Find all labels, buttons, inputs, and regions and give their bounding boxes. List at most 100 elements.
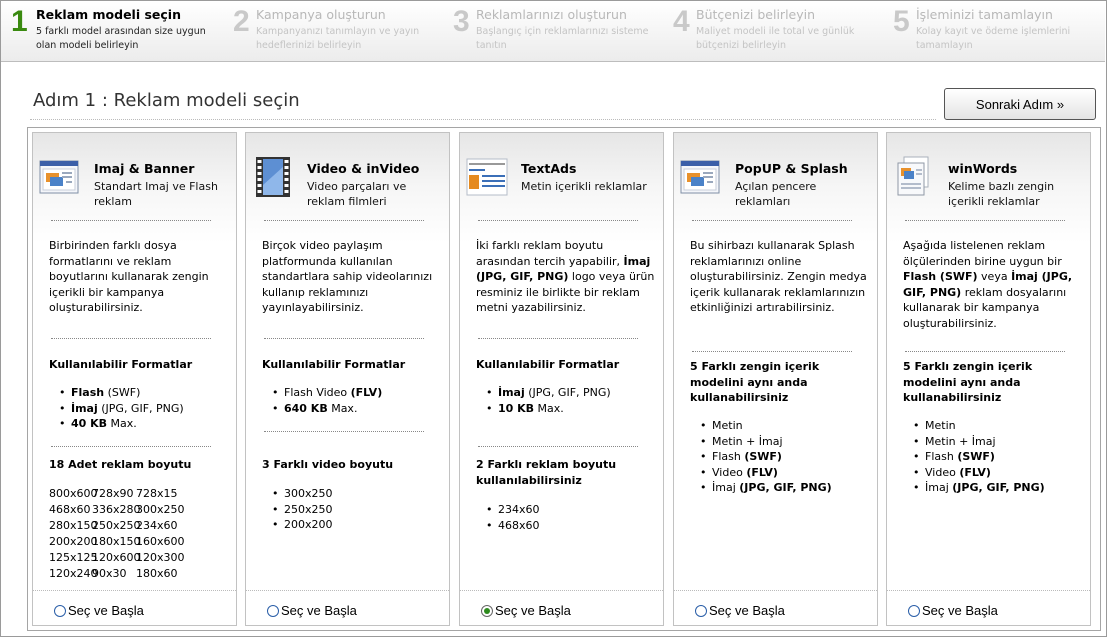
list-item: 468x60 [486,518,540,534]
card-subtitle: Video parçaları ve reklam filmleri [307,180,407,208]
ad-model-card[interactable]: winWords Kelime bazlı zengin içerikli rek… [886,132,1091,626]
step-number: 5 [893,5,910,38]
wizard-step-2: 2 Kampanya oluşturun Kampanyanızı tanımlay… [221,1,441,61]
ad-size: 120x600 [92,551,141,564]
text-part: Birbirinden farklı dosya formatlarını ve… [49,239,209,314]
step-number: 1 [11,5,28,38]
text-part: Video [712,465,747,479]
ad-size: 300x250 [136,503,185,516]
card-subtitle: Kelime bazlı zengin içerikli reklamlar [948,180,1055,208]
next-step-button[interactable]: Sonraki Adım » [944,88,1096,120]
text-part: 250x250 [284,502,333,516]
step-description: Kolay kayıt ve ödeme işlemlerini tamamla… [916,26,1071,51]
ad-size: 800x600 [49,487,98,500]
radio-button[interactable] [54,604,66,617]
text-part: Metin [712,419,743,432]
ad-size: 250x250 [92,519,141,532]
divider [905,351,1065,352]
video-film-icon [251,155,295,199]
text-part: 300x250 [284,487,333,500]
list-item: Metin + İmaj [700,434,832,450]
section-title: Kullanılabilir Formatlar [49,358,193,371]
list-item: Video (FLV) [700,465,832,481]
wizard-step-4: 4 Bütçenizi belirleyin Maliyet modeli ile … [661,1,881,61]
format-list: Flash Video (FLV)640 KB Max. [272,385,382,416]
divider [264,338,424,339]
card-title: winWords [948,161,1018,176]
ad-model-card[interactable]: Video & inVideo Video parçaları ve reklam… [245,132,450,626]
divider [692,220,852,221]
text-part: Bu sihirbazı kullanarak Splash reklamlar… [690,239,867,314]
card-subtitle: Standart Imaj ve Flash reklam [94,180,218,208]
bold-text: İmaj [71,401,98,415]
divider [478,338,638,339]
divider [674,590,877,591]
radio-button[interactable] [908,604,920,617]
card-title: TextAds [521,161,577,176]
section-title: 5 Farklı zengin içerik modelini aynı and… [690,360,820,404]
select-and-start-option[interactable]: Seç ve Başla [481,603,571,618]
step-description: Başlangıç için reklamlarınızı sisteme ta… [476,26,649,51]
bold-text: (JPG, GIF, PNG) [952,481,1045,494]
list-item: Metin [700,418,832,434]
text-part: Max. [327,401,358,415]
text-part: (JPG, GIF, PNG) [97,401,184,415]
list-item: İmaj (JPG, GIF, PNG) [700,480,832,496]
select-label: Seç ve Başla [68,603,144,618]
select-label: Seç ve Başla [709,603,785,618]
step-description: Maliyet modeli ile total ve günlük bütçe… [696,26,855,51]
divider [887,590,1090,591]
ad-size: 468x60 [49,503,91,516]
card-title: PopUP & Splash [735,161,848,176]
text-part: (SWF) [104,386,141,399]
banner-window-icon [38,155,82,199]
ad-size: 125x125 [49,551,98,564]
text-part: Max. [534,401,564,415]
text-part: Video [925,465,960,479]
divider [905,220,1065,221]
select-and-start-option[interactable]: Seç ve Başla [54,603,144,618]
card-description: Birbirinden farklı dosya formatlarını ve… [49,238,231,316]
text-part: İmaj [712,481,740,494]
bold-text: Flash (SWF) [903,270,978,283]
ad-model-card[interactable]: Imaj & Banner Standart Imaj ve Flash rekl… [32,132,237,626]
radio-button[interactable] [481,604,493,617]
section-title: 5 Farklı zengin içerik modelini aynı and… [903,360,1033,404]
ad-size: 234x60 [136,519,178,532]
select-and-start-option[interactable]: Seç ve Başla [695,603,785,618]
wizard-step-3: 3 Reklamlarınızı oluşturun Başlangıç için … [441,1,661,61]
ad-model-card[interactable]: PopUP & Splash Açılan pencere reklamları B… [673,132,878,626]
text-part: İmaj [925,481,953,494]
wizard-steps: 1 Reklam modeli seçin 5 farklı model arası… [1,1,1105,62]
divider [478,446,638,447]
list-item: Flash (SWF) [59,385,184,401]
ad-model-card[interactable]: TextAds Metin içerikli reklamlar İki farkl… [459,132,664,626]
step-title: Kampanya oluşturun [256,7,386,22]
list-item: İmaj (JPG, GIF, PNG) [486,385,611,401]
radio-button[interactable] [695,604,707,617]
step-number: 3 [453,5,470,38]
format-list: Flash (SWF)İmaj (JPG, GIF, PNG)40 KB Max… [59,385,184,432]
title-divider [30,119,936,120]
bold-text: 40 KB [71,417,108,430]
list-item: İmaj (JPG, GIF, PNG) [59,401,184,417]
card-title: Imaj & Banner [94,161,195,176]
bold-text: (FLV) [350,386,383,399]
select-and-start-option[interactable]: Seç ve Başla [267,603,357,618]
step-title: İşleminizi tamamlayın [916,7,1053,22]
text-part: veya [977,270,1012,283]
list-item: Flash (SWF) [913,449,1045,465]
list-item: 640 KB Max. [272,401,382,417]
select-label: Seç ve Başla [922,603,998,618]
select-and-start-option[interactable]: Seç ve Başla [908,603,998,618]
page-title: Adım 1 : Reklam modeli seçin [33,90,300,111]
list-item: 250x250 [272,502,333,518]
radio-button[interactable] [267,604,279,617]
size-grid: 800x600728x90 728x15 468x60336x280300x250 2… [49,486,185,582]
list-item: 234x60 [486,502,540,518]
text-part: (JPG, GIF, PNG) [524,386,611,399]
card-description: Aşağıda listelenen reklam ölçülerinden b… [903,238,1085,331]
section-title: 3 Farklı video boyutu [262,458,394,471]
ad-size: 200x200 [49,535,98,548]
step-title: Bütçenizi belirleyin [696,7,816,22]
